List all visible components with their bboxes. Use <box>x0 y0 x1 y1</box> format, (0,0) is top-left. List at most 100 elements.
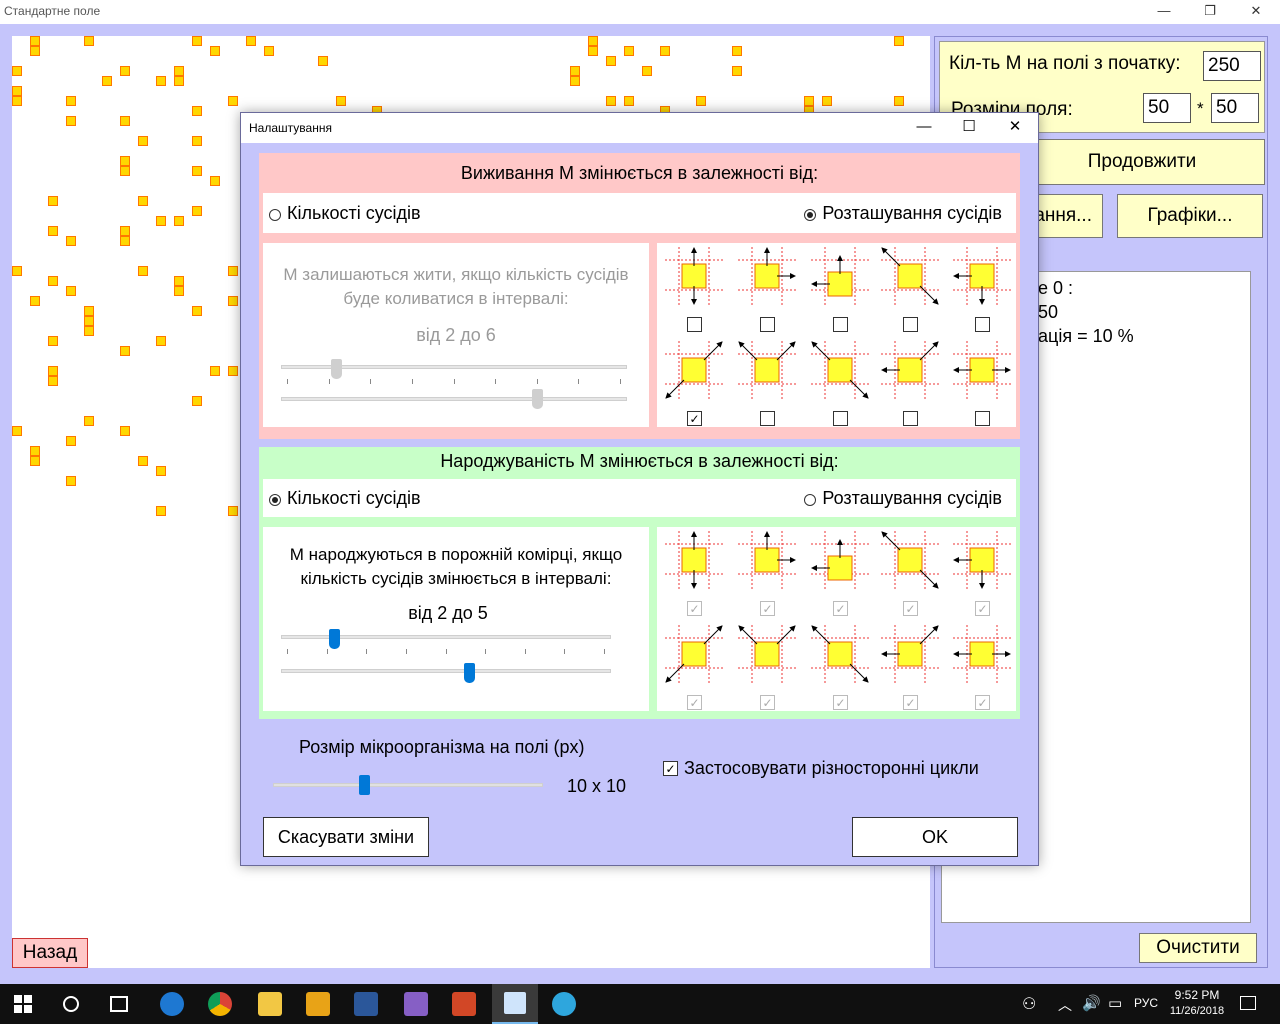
neighbour-pattern-9: ✓ <box>879 623 941 713</box>
minimize-button[interactable]: — <box>1141 0 1187 24</box>
clock-date[interactable]: 11/26/2018 <box>1160 1005 1234 1017</box>
ok-button[interactable]: OK <box>852 817 1018 857</box>
neighbour-pattern-checkbox[interactable] <box>903 317 918 332</box>
language-indicator[interactable]: РУС <box>1134 996 1158 1010</box>
word-icon[interactable] <box>354 992 378 1016</box>
charts-button[interactable]: Графіки... <box>1117 194 1263 238</box>
neighbour-pattern-6: ✓ <box>663 339 725 429</box>
dialog-minimize-button[interactable]: — <box>901 113 947 143</box>
birth-max-thumb[interactable] <box>464 663 476 683</box>
telegram-icon[interactable] <box>552 992 576 1016</box>
microorganism-cell <box>174 66 184 76</box>
neighbour-pattern-checkbox[interactable]: ✓ <box>687 695 702 710</box>
file-explorer-icon[interactable] <box>258 992 282 1016</box>
clear-button[interactable]: Очистити <box>1139 933 1257 963</box>
neighbour-pattern-checkbox[interactable]: ✓ <box>975 695 990 710</box>
microorganism-cell <box>228 366 238 376</box>
neighbour-pattern-checkbox[interactable] <box>760 411 775 426</box>
neighbour-pattern-checkbox[interactable]: ✓ <box>975 601 990 616</box>
neighbour-pattern-checkbox[interactable] <box>687 317 702 332</box>
survival-option-count[interactable]: Кількості сусідів <box>269 203 421 224</box>
neighbour-pattern-checkbox[interactable] <box>760 317 775 332</box>
survival-max-thumb[interactable] <box>532 389 544 409</box>
birth-desc: М народжуються в порожній комірці, якщо … <box>289 545 623 588</box>
birth-min-thumb[interactable] <box>328 629 340 649</box>
microorganism-cell <box>570 76 580 86</box>
neighbour-pattern-checkbox[interactable]: ✓ <box>833 695 848 710</box>
neighbour-pattern-2 <box>736 245 798 335</box>
microorganism-cell <box>228 96 238 106</box>
birth-radio-count[interactable] <box>269 493 281 506</box>
neighbour-pattern-checkbox[interactable]: ✓ <box>903 695 918 710</box>
chevron-up-icon[interactable]: ︿ <box>1058 995 1072 1015</box>
cycles-option[interactable]: ✓ Застосовувати різносторонні цикли <box>663 758 979 779</box>
birth-max-slider[interactable] <box>281 669 611 673</box>
chrome-browser-icon[interactable] <box>208 992 232 1016</box>
main-title-bar: Стандартне поле — ❐ ✕ <box>0 0 1280 24</box>
microorganism-cell <box>228 506 238 516</box>
maximize-button[interactable]: ❐ <box>1187 0 1233 24</box>
size-slider[interactable] <box>273 783 543 787</box>
edge-browser-icon[interactable] <box>160 992 184 1016</box>
neighbour-pattern-checkbox[interactable]: ✓ <box>903 601 918 616</box>
network-icon[interactable]: ▭ <box>1108 994 1122 1012</box>
neighbour-pattern-8 <box>809 339 871 429</box>
stats-line-1: е 0 : <box>1038 278 1074 298</box>
microorganism-cell <box>228 296 238 306</box>
back-button[interactable]: Назад <box>12 938 88 968</box>
people-icon[interactable]: ⚇ <box>1022 994 1036 1014</box>
neighbour-pattern-checkbox[interactable] <box>975 317 990 332</box>
dialog-close-button[interactable]: ✕ <box>992 113 1038 143</box>
initial-count-label: Кіл-ть М на полі з початку: <box>949 53 1181 74</box>
dialog-maximize-button[interactable]: ☐ <box>946 113 992 143</box>
neighbour-pattern-checkbox[interactable]: ✓ <box>687 601 702 616</box>
neighbour-pattern-checkbox[interactable] <box>975 411 990 426</box>
close-button[interactable]: ✕ <box>1233 0 1279 24</box>
neighbour-pattern-checkbox[interactable]: ✓ <box>687 411 702 426</box>
volume-icon[interactable]: 🔊 <box>1082 994 1101 1012</box>
survival-radio-position[interactable] <box>804 208 817 221</box>
microorganism-cell <box>66 236 76 246</box>
neighbour-pattern-checkbox[interactable]: ✓ <box>833 601 848 616</box>
neighbour-pattern-2: ✓ <box>736 529 798 619</box>
survival-min-thumb[interactable] <box>331 359 343 379</box>
slider-tick <box>604 649 605 654</box>
search-icon[interactable] <box>63 996 79 1012</box>
task-view-icon[interactable] <box>110 996 128 1012</box>
neighbour-pattern-checkbox[interactable]: ✓ <box>760 601 775 616</box>
microorganism-cell <box>66 476 76 486</box>
microorganism-cell <box>174 276 184 286</box>
survival-option-position[interactable]: Розташування сусідів <box>804 203 1002 224</box>
survival-radio-count[interactable] <box>269 208 281 221</box>
active-app-taskbar-button[interactable] <box>492 984 538 1024</box>
microorganism-cell <box>732 66 742 76</box>
microorganism-cell <box>120 156 130 166</box>
microorganism-cell <box>120 426 130 436</box>
windows-start-icon[interactable] <box>14 995 32 1013</box>
neighbour-pattern-checkbox[interactable]: ✓ <box>760 695 775 710</box>
neighbour-pattern-checkbox[interactable] <box>833 317 848 332</box>
microorganism-cell <box>804 96 814 106</box>
neighbour-pattern-checkbox[interactable] <box>833 411 848 426</box>
visual-studio-icon[interactable] <box>404 992 428 1016</box>
microorganism-cell <box>30 46 40 56</box>
cycles-checkbox[interactable]: ✓ <box>663 761 678 776</box>
media-player-icon[interactable] <box>306 992 330 1016</box>
powerpoint-icon[interactable] <box>452 992 476 1016</box>
size-thumb[interactable] <box>359 775 371 795</box>
microorganism-cell <box>12 426 22 436</box>
neighbour-pattern-4 <box>879 245 941 335</box>
initial-count-input[interactable]: 250 <box>1203 51 1261 81</box>
field-height-input[interactable]: 50 <box>1211 93 1259 123</box>
microorganism-cell <box>66 116 76 126</box>
neighbour-pattern-checkbox[interactable] <box>903 411 918 426</box>
birth-radio-position[interactable] <box>804 493 817 506</box>
cancel-changes-button[interactable]: Скасувати зміни <box>263 817 429 857</box>
birth-option-position[interactable]: Розташування сусідів <box>804 488 1002 509</box>
birth-option-count[interactable]: Кількості сусідів <box>269 488 421 509</box>
microorganism-cell <box>336 96 346 106</box>
clock-time[interactable]: 9:52 PM <box>1166 988 1228 1002</box>
field-width-input[interactable]: 50 <box>1143 93 1191 123</box>
survival-max-slider[interactable] <box>281 397 627 401</box>
notifications-icon[interactable] <box>1240 996 1256 1010</box>
